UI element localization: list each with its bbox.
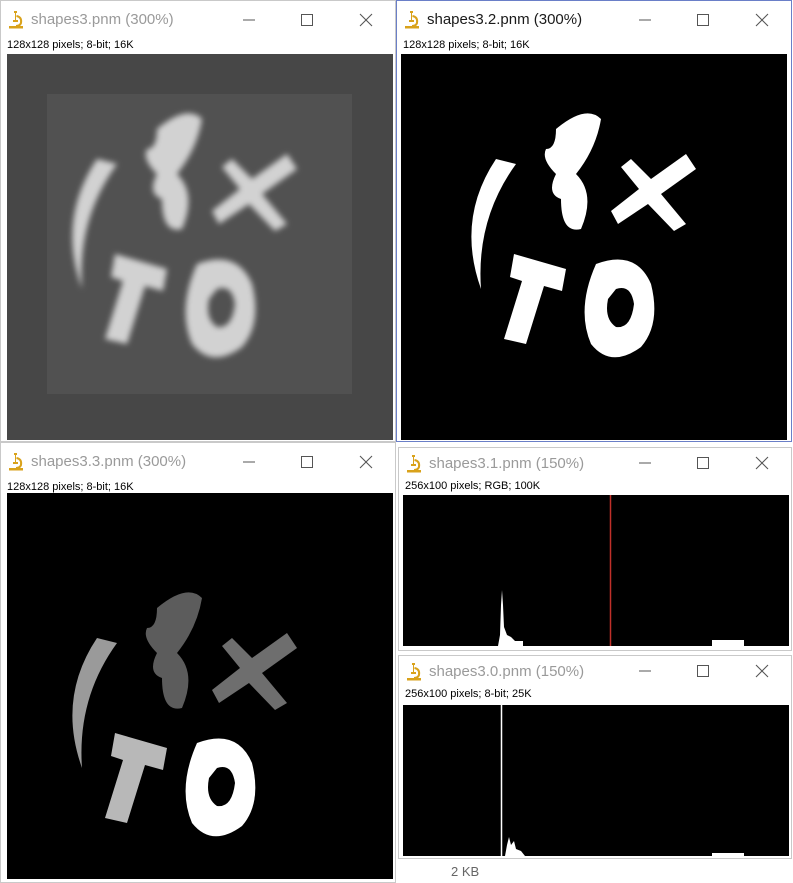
image-info: 128x128 pixels; 8-bit; 16K	[403, 39, 530, 51]
image-info: 128x128 pixels; 8-bit; 16K	[7, 481, 134, 493]
image-window-shapes3-3[interactable]: shapes3.3.pnm (300%) 128x128 pixels; 8-b…	[0, 442, 396, 883]
file-size-label: 2 KB	[451, 864, 480, 879]
minimize-icon[interactable]	[633, 9, 657, 31]
minimize-icon[interactable]	[237, 451, 261, 473]
imagej-microscope-icon	[405, 454, 423, 474]
histogram-canvas[interactable]	[403, 705, 789, 856]
window-title: shapes3.2.pnm (300%)	[427, 11, 583, 28]
image-window-shapes3[interactable]: shapes3.pnm (300%) 128x128 pixels; 8-bit…	[0, 0, 396, 442]
close-icon[interactable]	[750, 660, 774, 682]
imagej-microscope-icon	[403, 10, 421, 30]
title-bar[interactable]: shapes3.2.pnm (300%)	[397, 1, 791, 39]
title-bar[interactable]: shapes3.3.pnm (300%)	[1, 443, 395, 481]
image-info: 128x128 pixels; 8-bit; 16K	[7, 39, 134, 51]
window-title: shapes3.0.pnm (150%)	[429, 663, 585, 680]
window-title: shapes3.1.pnm (150%)	[429, 455, 585, 472]
maximize-icon[interactable]	[691, 452, 715, 474]
close-icon[interactable]	[354, 9, 378, 31]
image-canvas[interactable]	[401, 54, 787, 440]
image-info: 256x100 pixels; 8-bit; 25K	[405, 688, 532, 700]
close-icon[interactable]	[354, 451, 378, 473]
image-info: 256x100 pixels; RGB; 100K	[405, 480, 541, 492]
imagej-microscope-icon	[405, 662, 423, 682]
maximize-icon[interactable]	[691, 9, 715, 31]
maximize-icon[interactable]	[691, 660, 715, 682]
histogram-window-shapes3-1[interactable]: shapes3.1.pnm (150%) 256x100 pixels; RGB…	[398, 447, 792, 651]
window-title: shapes3.3.pnm (300%)	[31, 453, 187, 470]
minimize-icon[interactable]	[237, 9, 261, 31]
imagej-microscope-icon	[7, 10, 25, 30]
image-window-shapes3-2[interactable]: shapes3.2.pnm (300%) 128x128 pixels; 8-b…	[396, 0, 792, 442]
image-canvas[interactable]	[7, 493, 393, 879]
image-canvas[interactable]	[7, 54, 393, 440]
histogram-window-shapes3-0[interactable]: shapes3.0.pnm (150%) 256x100 pixels; 8-b…	[398, 655, 792, 859]
imagej-microscope-icon	[7, 452, 25, 472]
title-bar[interactable]: shapes3.pnm (300%)	[1, 1, 395, 39]
close-icon[interactable]	[750, 9, 774, 31]
close-icon[interactable]	[750, 452, 774, 474]
maximize-icon[interactable]	[295, 451, 319, 473]
window-title: shapes3.pnm (300%)	[31, 11, 174, 28]
maximize-icon[interactable]	[295, 9, 319, 31]
minimize-icon[interactable]	[633, 660, 657, 682]
minimize-icon[interactable]	[633, 452, 657, 474]
histogram-canvas[interactable]	[403, 495, 789, 646]
